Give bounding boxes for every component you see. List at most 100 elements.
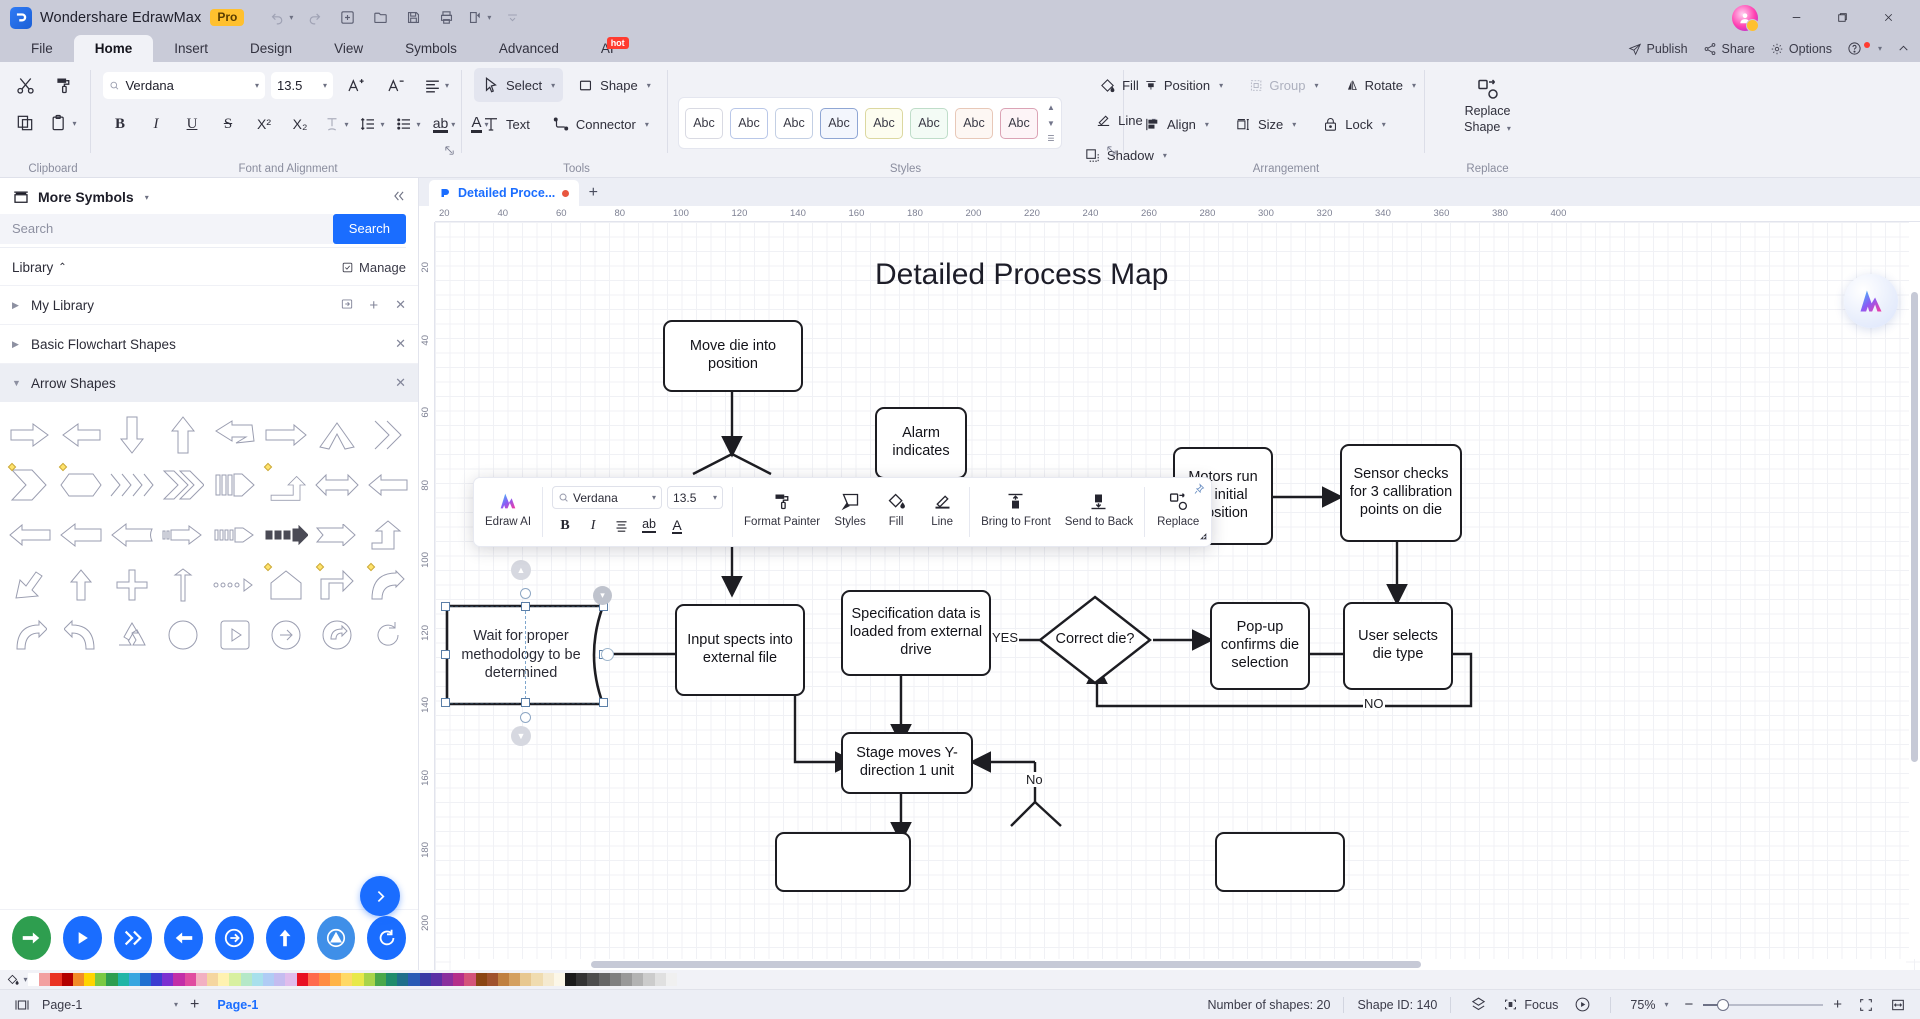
restore-icon[interactable] (1820, 0, 1864, 35)
connector-tool-button[interactable]: Connector ▾ (544, 107, 657, 141)
gallery-scroll-up-icon[interactable]: ▲ (1047, 103, 1055, 112)
color-swatch[interactable] (229, 973, 241, 986)
document-tab[interactable]: Detailed Proce... (429, 180, 580, 206)
color-swatch[interactable] (28, 973, 40, 986)
zoom-slider-knob[interactable] (1717, 998, 1730, 1011)
color-swatch[interactable] (184, 973, 196, 986)
color-swatch[interactable] (430, 973, 442, 986)
cut-button[interactable] (8, 68, 42, 102)
color-swatch[interactable] (632, 973, 644, 986)
color-swatch[interactable] (542, 973, 554, 986)
page-selector[interactable]: Page-1 ▾ (36, 994, 184, 1016)
color-swatch[interactable] (598, 973, 610, 986)
page-tab-page-1[interactable]: Page-1 (205, 998, 270, 1012)
focus-mode-button[interactable]: Focus (1497, 994, 1564, 1016)
color-swatch[interactable] (106, 973, 118, 986)
shape-arrow-left-thin[interactable] (363, 460, 414, 510)
help-button[interactable]: ▾ (1847, 41, 1882, 56)
shape-play-triangle[interactable] (209, 610, 260, 660)
menu-item-file[interactable]: File (10, 35, 74, 62)
shape-arrow-left[interactable] (55, 410, 106, 460)
menu-item-insert[interactable]: Insert (153, 35, 229, 62)
color-swatch[interactable] (61, 973, 73, 986)
shape-arrow-up-blue[interactable] (265, 916, 305, 960)
color-swatch[interactable] (251, 973, 263, 986)
shape-refresh-circular[interactable] (363, 610, 414, 660)
canvas-vertical-scrollbar[interactable] (1909, 222, 1920, 959)
node-move-die[interactable]: Move die into position (663, 320, 803, 392)
diagram-canvas[interactable]: Detailed Process Map Move die into posit… (435, 222, 1920, 970)
menu-item-view[interactable]: View (313, 35, 384, 62)
resize-handle-bl[interactable] (441, 698, 450, 707)
group-button[interactable]: Group ▾ (1241, 68, 1326, 102)
strikethrough-button[interactable]: S (211, 107, 245, 141)
shape-arrow-green-right[interactable] (12, 916, 51, 960)
page-panel-toggle[interactable] (8, 994, 36, 1016)
color-swatch[interactable] (386, 973, 398, 986)
minibar-format-painter-button[interactable]: Format Painter (737, 483, 827, 541)
minibar-send-to-back-button[interactable]: Send to Back (1058, 483, 1140, 541)
shape-arrow-left-notch[interactable] (55, 510, 106, 560)
shape-arrow-tapered[interactable] (312, 510, 363, 560)
library-item-basic-flowchart-shapes[interactable]: ▶ Basic Flowchart Shapes ✕ (0, 324, 418, 363)
text-highlight-button[interactable]: ab ▾ (427, 107, 461, 141)
adjust-handle[interactable] (59, 462, 68, 472)
shape-arrow-dashed-filled[interactable] (260, 510, 311, 560)
gallery-expand-icon[interactable]: ☰ (1047, 134, 1054, 143)
shape-striped-arrow[interactable] (209, 460, 260, 510)
decrease-font-size-button[interactable] (379, 68, 413, 102)
open-icon[interactable] (365, 5, 395, 31)
add-shape-above-icon[interactable]: ▲ (511, 560, 531, 580)
color-swatch[interactable] (207, 973, 219, 986)
shape-refresh-blue[interactable] (367, 916, 406, 960)
shape-circle-play-blue[interactable] (62, 916, 102, 960)
color-swatch[interactable] (330, 973, 342, 986)
copy-button[interactable] (8, 106, 42, 140)
color-swatch[interactable] (117, 973, 129, 986)
font-family-input[interactable] (125, 77, 246, 93)
add-library-icon[interactable]: + (369, 297, 378, 314)
menu-item-symbols[interactable]: Symbols (384, 35, 478, 62)
color-swatch[interactable] (374, 973, 386, 986)
layers-button[interactable] (1464, 994, 1493, 1016)
node-input-specs[interactable]: Input spects into external file (675, 604, 805, 696)
minibar-font-size[interactable]: 13.5 ▾ (667, 486, 724, 509)
chevron-down-icon[interactable]: ▾ (145, 193, 149, 202)
print-icon[interactable] (431, 5, 461, 31)
shape-arrow-return[interactable] (4, 610, 55, 660)
more-icon[interactable] (497, 5, 527, 31)
shape-arrow-four-way[interactable] (107, 560, 158, 610)
font-family-select[interactable]: ▾ (103, 71, 265, 99)
rotate-handle[interactable] (520, 588, 531, 599)
shape-arrow-right-striped[interactable] (209, 510, 260, 560)
shape-arrow-thin-up[interactable] (158, 560, 209, 610)
node-stage-moves[interactable]: Stage moves Y-direction 1 unit (841, 732, 973, 794)
style-swatch[interactable]: Abc (775, 107, 813, 139)
resize-handle-ml[interactable] (441, 650, 450, 659)
undo-icon[interactable]: ▾ (266, 5, 296, 31)
resize-handle-bm[interactable] (521, 698, 530, 707)
collapse-ribbon-button[interactable] (1897, 42, 1910, 55)
presentation-button[interactable] (1568, 994, 1597, 1016)
selected-shape[interactable]: Wait for proper methodology to be determ… (441, 560, 614, 746)
fit-page-button[interactable] (1852, 994, 1880, 1016)
shape-arrow-curve-right[interactable] (363, 560, 414, 610)
font-size-select[interactable]: ▾ (271, 71, 333, 99)
minibar-bring-to-front-button[interactable]: Bring to Front (974, 483, 1058, 541)
color-swatch[interactable] (453, 973, 465, 986)
clear-formatting-button[interactable]: ▾ (319, 107, 353, 141)
new-icon[interactable] (332, 5, 362, 31)
export-icon[interactable]: ▾ (464, 5, 494, 31)
shape-arrow-dotted-right[interactable] (209, 560, 260, 610)
resize-handle-tm[interactable] (521, 602, 530, 611)
line-spacing-button[interactable]: ▾ (355, 107, 389, 141)
color-swatch[interactable] (195, 973, 207, 986)
fit-width-button[interactable] (1884, 994, 1912, 1016)
edraw-ai-button[interactable]: Edraw AI (478, 483, 538, 541)
color-swatch[interactable] (620, 973, 633, 986)
shape-chevron-up[interactable] (312, 410, 363, 460)
shape-chevron-right-double[interactable] (363, 410, 414, 460)
minibar-align-button[interactable] (608, 513, 634, 538)
color-swatch[interactable] (72, 973, 84, 986)
shape-arrow-left-blue[interactable] (164, 916, 203, 960)
